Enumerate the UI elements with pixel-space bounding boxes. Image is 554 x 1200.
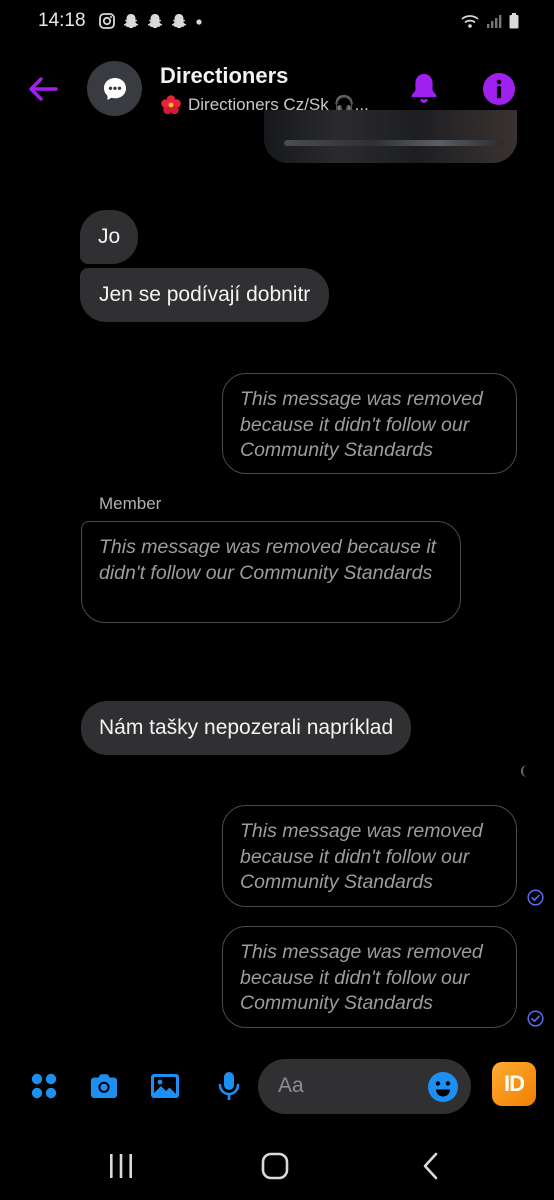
message-bubble[interactable]: Nám tašky nepozerali napríklad bbox=[81, 701, 412, 755]
arrow-left-icon[interactable] bbox=[24, 70, 62, 108]
home-icon[interactable] bbox=[257, 1148, 293, 1184]
wifi-icon bbox=[461, 15, 479, 28]
composer: Aa ID bbox=[0, 1055, 554, 1117]
chat-title[interactable]: Directioners bbox=[160, 63, 288, 89]
camera-icon[interactable] bbox=[87, 1069, 121, 1103]
bell-icon[interactable] bbox=[406, 70, 442, 106]
signal-icon bbox=[487, 15, 502, 28]
read-indicator bbox=[521, 765, 529, 777]
recents-icon[interactable] bbox=[103, 1148, 139, 1184]
group-avatar[interactable] bbox=[87, 61, 142, 116]
message-bubble[interactable]: Jo bbox=[80, 210, 139, 264]
snapchat-icon bbox=[123, 14, 139, 29]
removed-message[interactable]: This message was removed because it didn… bbox=[81, 521, 461, 623]
message-input-placeholder: Aa bbox=[278, 1074, 304, 1097]
microphone-icon[interactable] bbox=[212, 1069, 246, 1103]
sent-check-icon bbox=[527, 889, 544, 906]
removed-message[interactable]: This message was removed because it didn… bbox=[222, 805, 517, 907]
image-icon[interactable] bbox=[148, 1069, 182, 1103]
sender-name: Member bbox=[99, 494, 162, 513]
snapchat-icon bbox=[171, 14, 187, 29]
smiley-icon[interactable] bbox=[427, 1071, 459, 1103]
dot-icon bbox=[196, 19, 202, 25]
back-chevron-icon[interactable] bbox=[414, 1148, 450, 1184]
sent-check-icon bbox=[527, 1010, 544, 1027]
info-icon[interactable] bbox=[482, 72, 516, 106]
message-input[interactable]: Aa bbox=[258, 1059, 471, 1114]
notification-icons bbox=[98, 12, 204, 30]
status-time: 14:18 bbox=[38, 10, 86, 31]
status-bar: 14:18 bbox=[0, 0, 554, 44]
hibiscus-flower-icon bbox=[161, 95, 181, 115]
removed-message[interactable]: This message was removed because it didn… bbox=[222, 373, 517, 474]
system-icons bbox=[460, 12, 520, 30]
shared-image[interactable] bbox=[264, 110, 517, 163]
chat-bubble-icon bbox=[103, 77, 126, 100]
snapchat-icon bbox=[147, 14, 163, 29]
id-app-button[interactable]: ID bbox=[492, 1062, 536, 1106]
four-dots-icon[interactable] bbox=[27, 1069, 61, 1103]
removed-message[interactable]: This message was removed because it didn… bbox=[222, 926, 517, 1028]
instagram-icon bbox=[99, 13, 115, 29]
message-bubble[interactable]: Jen se podívají dobnitr bbox=[80, 268, 330, 322]
battery-icon bbox=[509, 13, 519, 29]
system-navbar bbox=[0, 1130, 554, 1200]
